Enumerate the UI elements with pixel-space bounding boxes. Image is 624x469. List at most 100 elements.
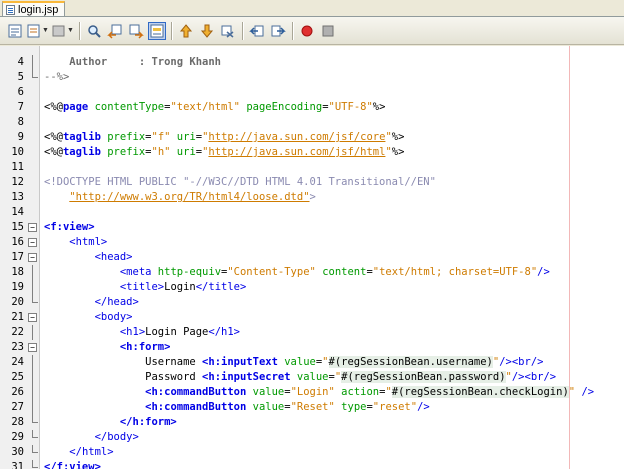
line-number: 20 bbox=[11, 296, 24, 308]
find-previous-button[interactable] bbox=[106, 22, 124, 40]
code-token: "Reset" bbox=[290, 401, 335, 413]
code-text: <head> bbox=[44, 250, 133, 265]
code-line[interactable]: 19 <title>Login</title> bbox=[0, 280, 624, 295]
code-line[interactable]: 11 bbox=[0, 160, 624, 175]
code-line[interactable]: 8 bbox=[0, 115, 624, 130]
code-token: content bbox=[322, 266, 367, 278]
code-token: <h:inputSecret bbox=[202, 371, 291, 383]
toggle-highlight-button[interactable] bbox=[148, 21, 166, 40]
tab-login-jsp[interactable]: login.jsp bbox=[2, 1, 66, 16]
stop-macro-recording-button[interactable] bbox=[319, 22, 337, 40]
code-line[interactable]: 13 "http://www.w3.org/TR/html4/loose.dtd… bbox=[0, 190, 624, 205]
code-line[interactable]: 6 bbox=[0, 85, 624, 100]
code-token: #(regSessionBean.username) bbox=[328, 356, 493, 368]
code-token: uri bbox=[176, 146, 196, 158]
start-macro-recording-button[interactable] bbox=[298, 22, 316, 40]
code-token: taglib bbox=[62, 146, 101, 158]
code-token: page bbox=[62, 101, 89, 113]
code-line[interactable]: 28 </h:form> bbox=[0, 415, 624, 430]
code-line[interactable]: 24 Username <h:inputText value="#(regSes… bbox=[0, 355, 624, 370]
code-token: "f" bbox=[151, 131, 171, 143]
code-token: </body> bbox=[94, 431, 139, 443]
history-dropdown-button[interactable]: ▼ bbox=[27, 22, 49, 40]
fold-guide bbox=[32, 415, 38, 423]
code-line[interactable]: 29 </body> bbox=[0, 430, 624, 445]
line-number: 21 bbox=[11, 311, 24, 323]
code-token: http-equiv bbox=[157, 266, 222, 278]
code-token[interactable]: http://java.sun.com/jsf/core bbox=[208, 131, 385, 143]
code-token: taglib bbox=[62, 131, 101, 143]
line-number: 19 bbox=[11, 281, 24, 293]
code-token: action bbox=[341, 386, 380, 398]
line-number: 18 bbox=[11, 266, 24, 278]
code-token: " bbox=[322, 356, 329, 368]
fold-toggle-icon[interactable]: − bbox=[28, 238, 37, 247]
code-token: contentType bbox=[94, 101, 165, 113]
code-token: " bbox=[385, 386, 392, 398]
code-line[interactable]: 20 </head> bbox=[0, 295, 624, 310]
toggle-bookmark-button[interactable] bbox=[219, 22, 237, 40]
code-line[interactable]: 26 <h:commandButton value="Login" action… bbox=[0, 385, 624, 400]
code-line[interactable]: 10 <%@taglib prefix="h" uri="http://java.… bbox=[0, 145, 624, 160]
line-number: 6 bbox=[17, 86, 24, 98]
code-line[interactable]: 21− <body> bbox=[0, 310, 624, 325]
code-text: <h1>Login Page</h1> bbox=[44, 325, 240, 340]
code-line[interactable]: 22 <h1>Login Page</h1> bbox=[0, 325, 624, 340]
code-line[interactable]: 5 --%> bbox=[0, 70, 624, 85]
code-line[interactable]: 15− <f:view> bbox=[0, 220, 624, 235]
code-text: <h:commandButton value="Login" action="#… bbox=[44, 385, 594, 400]
previous-bookmark-icon bbox=[179, 23, 193, 37]
code-token[interactable]: "http://www.w3.org/TR/html4/loose.dtd" bbox=[69, 191, 309, 203]
code-token: prefix bbox=[107, 146, 146, 158]
fold-guide bbox=[32, 430, 38, 438]
fold-guide bbox=[32, 385, 33, 400]
toolbar-separator bbox=[171, 21, 172, 40]
back-to-edit-button[interactable] bbox=[6, 22, 24, 40]
code-line[interactable]: 23− <h:form> bbox=[0, 340, 624, 355]
code-line[interactable]: 27 <h:commandButton value="Reset" type="… bbox=[0, 400, 624, 415]
find-next-button[interactable] bbox=[127, 22, 145, 40]
code-line[interactable]: 17− <head> bbox=[0, 250, 624, 265]
code-token: </f:view> bbox=[44, 461, 101, 469]
code-line[interactable]: 7 <%@page contentType="text/html" pageEnc… bbox=[0, 100, 624, 115]
fold-toggle-icon[interactable]: − bbox=[28, 313, 37, 322]
fold-toggle-icon[interactable]: − bbox=[28, 343, 37, 352]
line-number: 27 bbox=[11, 401, 24, 413]
find-icon bbox=[88, 24, 101, 38]
previous-bookmark-button[interactable] bbox=[177, 22, 195, 40]
toolbar-separator bbox=[79, 21, 80, 40]
code-line[interactable]: 25 Password <h:inputSecret value="#(regS… bbox=[0, 370, 624, 385]
shift-line-left-button[interactable] bbox=[248, 22, 266, 40]
fold-toggle-icon[interactable]: − bbox=[28, 253, 37, 262]
code-line[interactable]: 4 Author : Trong Khanh bbox=[0, 55, 624, 70]
find-button[interactable] bbox=[85, 22, 103, 40]
code-token: <h:commandButton bbox=[145, 401, 247, 413]
next-bookmark-button[interactable] bbox=[198, 22, 216, 40]
code-token: Password bbox=[44, 371, 203, 383]
code-token: </head> bbox=[94, 296, 139, 308]
line-number: 12 bbox=[11, 176, 24, 188]
fold-toggle-icon[interactable]: − bbox=[28, 223, 37, 232]
code-token: Author : Trong Khanh bbox=[44, 56, 222, 68]
code-line[interactable]: 31 </f:view> bbox=[0, 460, 624, 469]
bookmark-dropdown-button[interactable]: ▼ bbox=[52, 22, 74, 40]
code-line[interactable]: 16− <html> bbox=[0, 235, 624, 250]
code-text: <html> bbox=[44, 235, 107, 250]
code-line[interactable]: 9 <%@taglib prefix="f" uri="http://java.s… bbox=[0, 130, 624, 145]
shift-line-right-button[interactable] bbox=[269, 22, 287, 40]
code-line[interactable]: 12 <!DOCTYPE HTML PUBLIC "-//W3C//DTD HTM… bbox=[0, 175, 624, 190]
code-token: <!DOCTYPE HTML PUBLIC "-//W3C//DTD HTML … bbox=[44, 176, 436, 188]
code-line[interactable]: 30 </html> bbox=[0, 445, 624, 460]
code-token[interactable]: http://java.sun.com/jsf/html bbox=[208, 146, 385, 158]
code-text: <%@page contentType="text/html" pageEnco… bbox=[44, 100, 385, 115]
code-token: Login Page bbox=[145, 326, 209, 338]
code-line[interactable]: 14 bbox=[0, 205, 624, 220]
code-editor[interactable]: 4 Author : Trong Khanh 5 --%> 6 7 <%@page con… bbox=[0, 46, 624, 469]
code-line[interactable]: 18 <meta http-equiv="Content-Type" conte… bbox=[0, 265, 624, 280]
line-number: 22 bbox=[11, 326, 24, 338]
